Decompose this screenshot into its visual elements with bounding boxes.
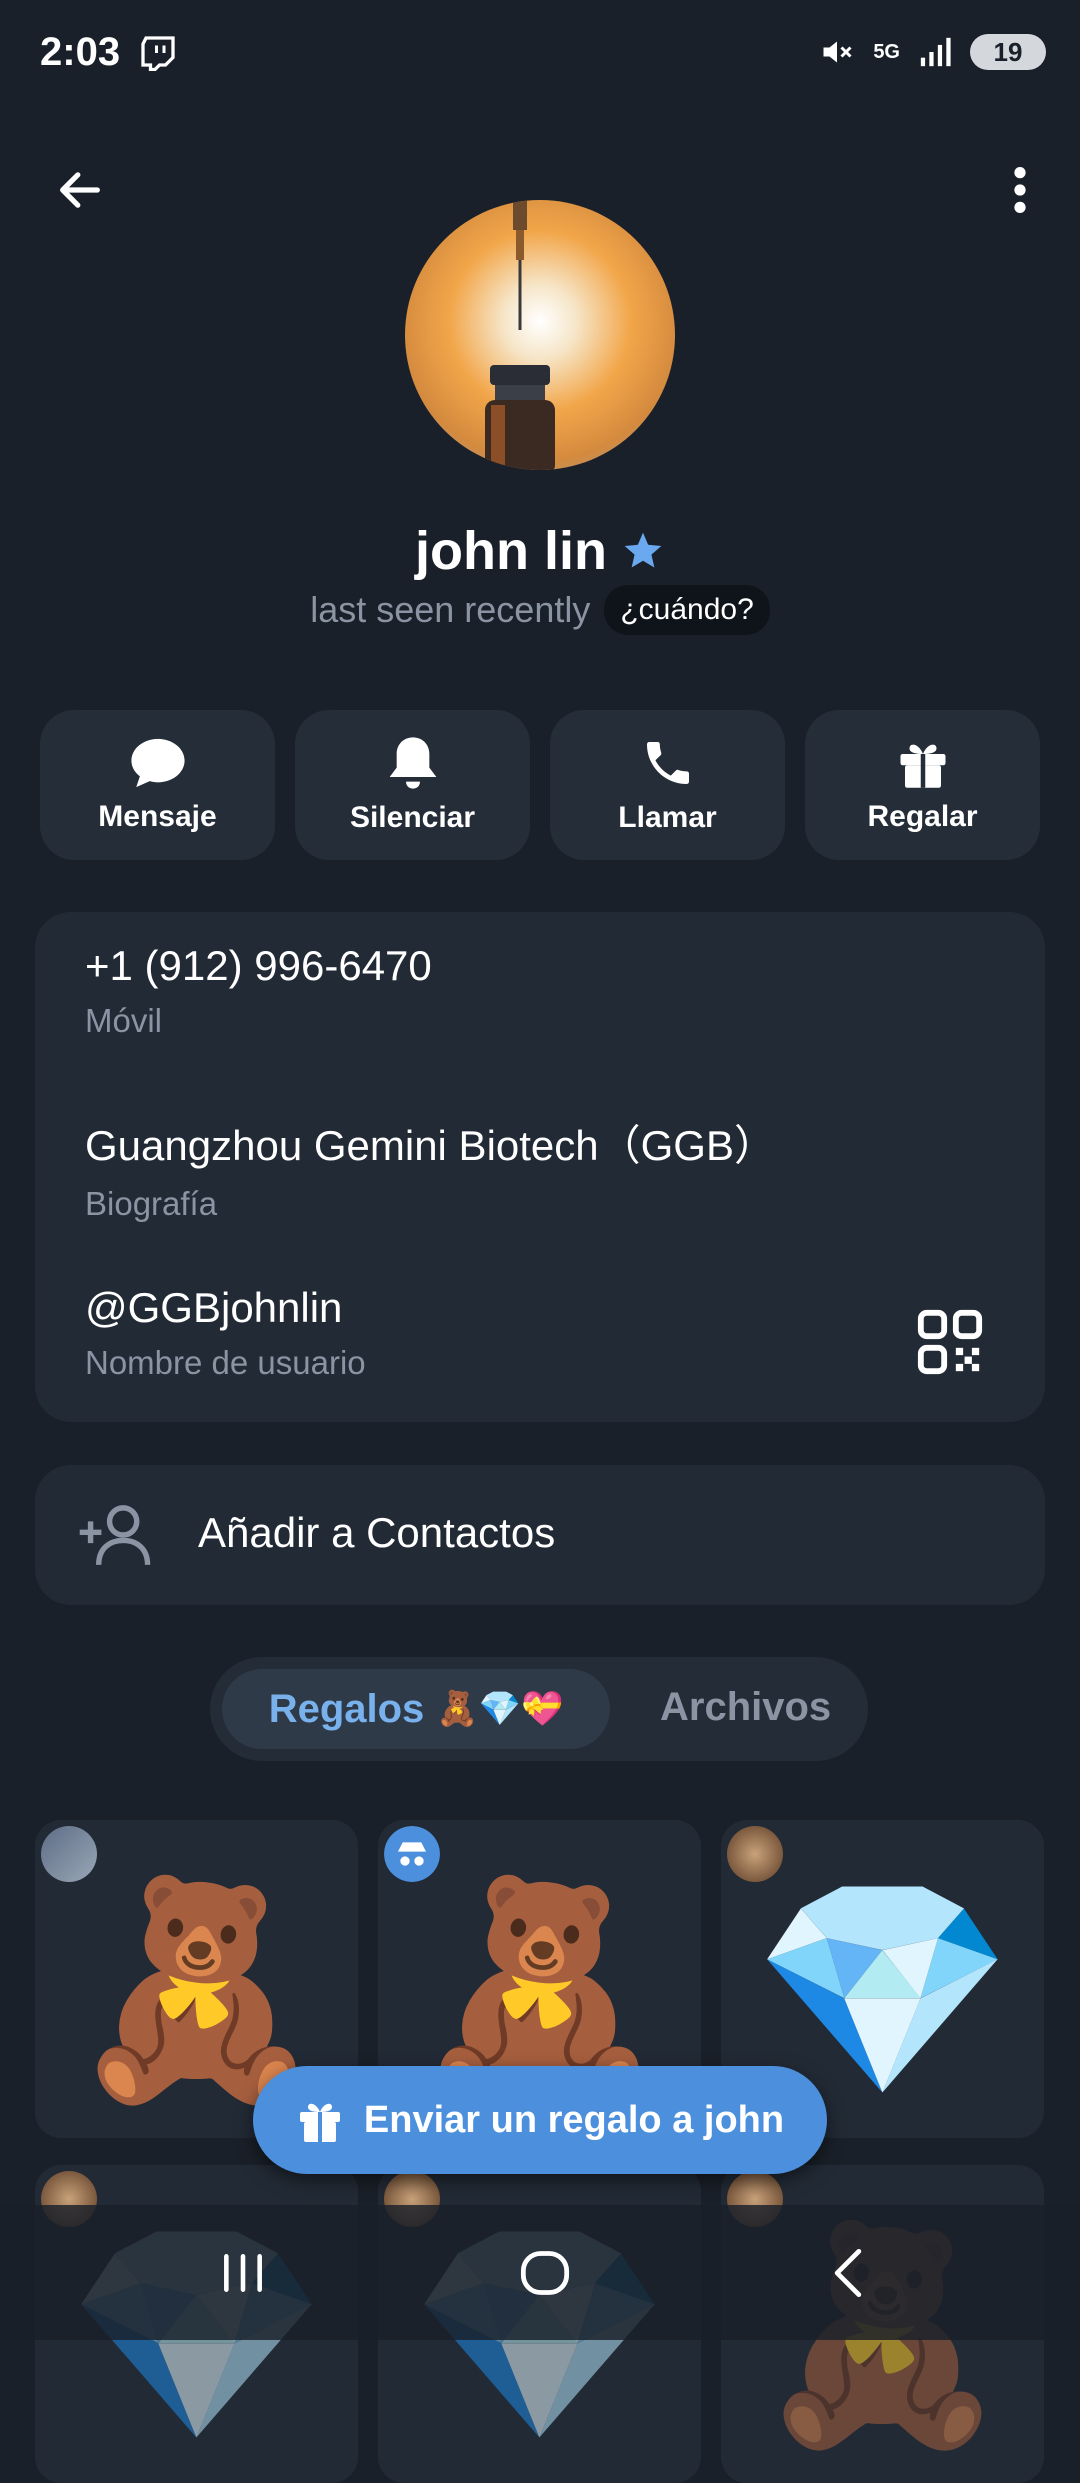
more-options-button[interactable] (980, 150, 1060, 230)
bio-label: Biografía (85, 1185, 218, 1222)
add-contact-button[interactable]: Añadir a Contactos (35, 1465, 1045, 1605)
mute-label: Silenciar (349, 801, 476, 834)
gift-label: Regalar (867, 800, 978, 833)
call-button[interactable]: Llamar (550, 710, 785, 860)
twitch-notification-icon (141, 36, 175, 71)
system-back-button[interactable] (808, 2243, 888, 2303)
action-buttons: Mensaje Silenciar Llamar Regalar (40, 710, 1040, 860)
battery-indicator: 19 (970, 34, 1046, 70)
tab-gifts-label: Regalos (268, 1686, 425, 1731)
status-indicators: 5G 19 (819, 34, 1046, 70)
mute-button[interactable]: Silenciar (295, 710, 530, 860)
phone-row[interactable]: +1 (912) 996-6470 Móvil (85, 942, 432, 1040)
gift-button[interactable]: Regalar (805, 710, 1040, 860)
phone-icon (646, 742, 689, 784)
home-icon (520, 2251, 570, 2295)
bio-text: Guangzhou Gemini Biotech（GGB） (85, 1122, 776, 1169)
call-label: Llamar (618, 801, 717, 834)
last-seen-text: last seen recently (310, 589, 591, 630)
send-gift-button[interactable]: Enviar un regalo a john (253, 2066, 827, 2174)
username-text: @GGBjohnlin (85, 1284, 343, 1331)
more-vertical-icon (1014, 167, 1026, 213)
system-navigation-bar (0, 2205, 1080, 2340)
profile-name-row: john lin (0, 520, 1080, 582)
back-arrow-icon (60, 172, 100, 208)
tab-files[interactable]: Archivos (660, 1685, 831, 1730)
when-button[interactable]: ¿cuándo? (604, 585, 770, 635)
chevron-left-icon (834, 2248, 862, 2298)
phone-label: Móvil (85, 1002, 163, 1039)
profile-tabs: Regalos 🧸💎💝 Archivos (210, 1657, 868, 1761)
profile-name: john lin (415, 521, 607, 581)
info-card: +1 (912) 996-6470 Móvil Guangzhou Gemini… (35, 912, 1045, 1422)
qr-code-icon[interactable] (915, 1307, 985, 1377)
last-seen-row: last seen recently ¿cuándo? (0, 585, 1080, 635)
tab-gifts-emojis: 🧸💎💝 (436, 1690, 564, 1728)
username-label: Nombre de usuario (85, 1344, 366, 1381)
gift-icon (299, 2103, 340, 2142)
profile-avatar[interactable] (405, 200, 675, 470)
mute-icon (823, 41, 852, 63)
recent-apps-button[interactable] (203, 2243, 283, 2303)
status-time: 2:03 (40, 30, 121, 74)
phone-number: +1 (912) 996-6470 (85, 942, 432, 989)
message-label: Mensaje (98, 800, 217, 833)
gift-icon (900, 744, 945, 788)
home-button[interactable] (505, 2243, 585, 2303)
tab-gifts[interactable]: Regalos 🧸💎💝 (222, 1669, 610, 1749)
message-button[interactable]: Mensaje (40, 710, 275, 860)
network-type: 5G (873, 41, 900, 63)
back-button[interactable] (40, 150, 120, 230)
message-icon (130, 738, 185, 788)
add-contact-label: Añadir a Contactos (198, 1509, 556, 1556)
signal-icon (920, 37, 951, 67)
premium-star-icon[interactable] (621, 529, 665, 573)
bell-icon (389, 737, 436, 789)
recent-apps-icon (224, 2254, 262, 2292)
add-person-icon (79, 1505, 151, 1566)
bio-row[interactable]: Guangzhou Gemini Biotech（GGB） Biografía (85, 1112, 776, 1223)
avatar-vial-image (485, 200, 555, 470)
username-row[interactable]: @GGBjohnlin Nombre de usuario (85, 1284, 366, 1382)
send-gift-label: Enviar un regalo a john (363, 2098, 785, 2141)
